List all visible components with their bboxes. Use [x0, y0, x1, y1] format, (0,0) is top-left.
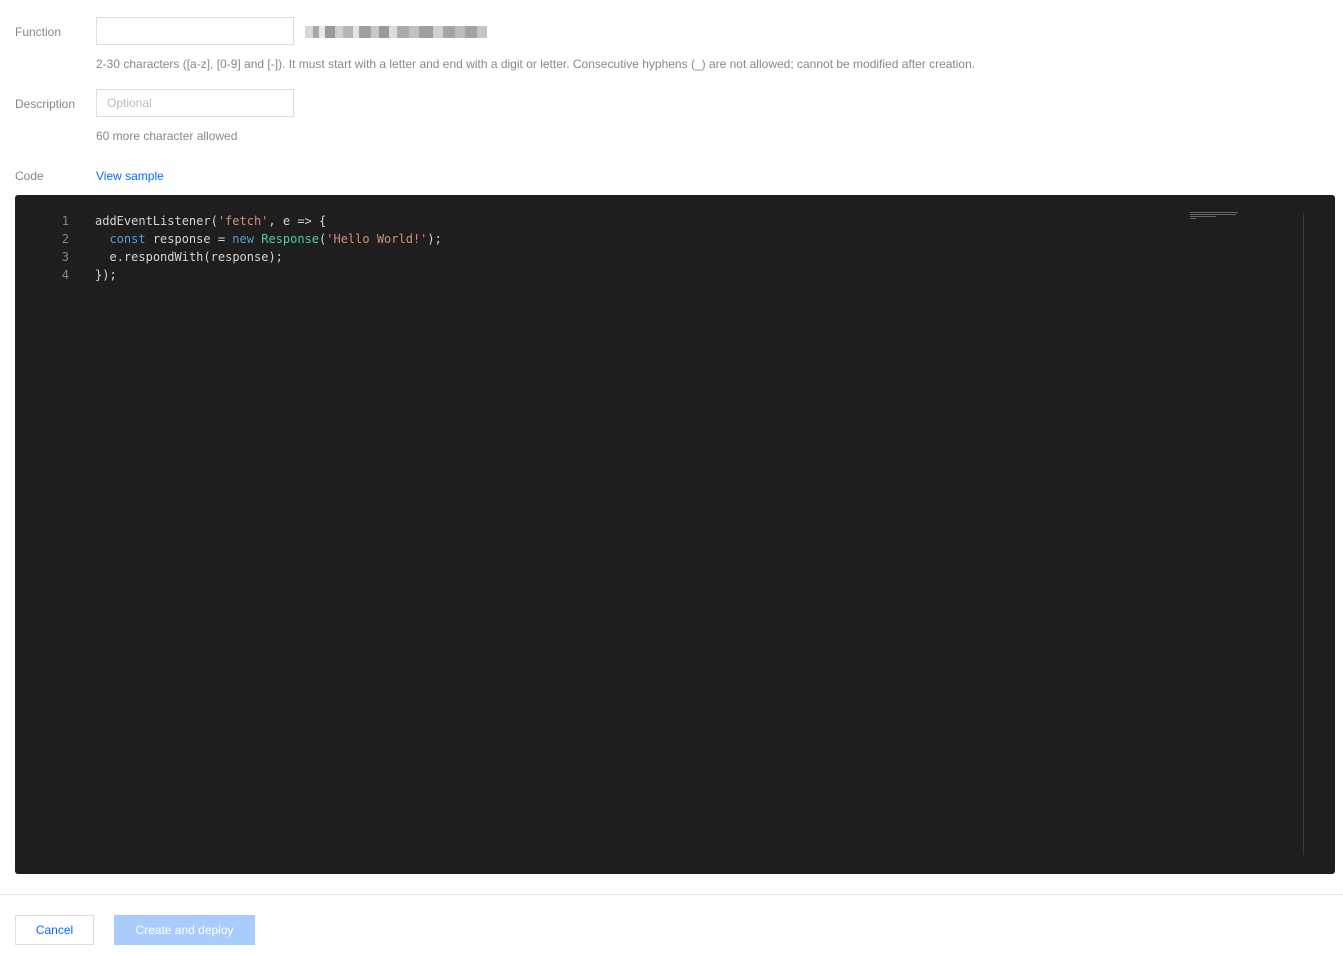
editor-scrollbar[interactable] [1303, 213, 1317, 855]
code-lines[interactable]: 1 addEventListener('fetch', e => {2 const… [15, 212, 442, 284]
function-name-hint: 2-30 characters ([a-z], [0-9] and [-]). … [96, 57, 976, 71]
description-input[interactable] [96, 89, 294, 117]
view-sample-link[interactable]: View sample [96, 169, 164, 183]
code-editor[interactable]: 1 addEventListener('fetch', e => {2 const… [15, 195, 1335, 874]
line-source[interactable]: const response = new Response('Hello Wor… [95, 230, 441, 248]
code-label: Code [15, 169, 44, 183]
line-source[interactable]: }); [95, 266, 117, 284]
code-line[interactable]: 3 e.respondWith(response); [15, 248, 442, 266]
create-and-deploy-button[interactable]: Create and deploy [114, 915, 255, 945]
function-name-input[interactable] [96, 17, 294, 45]
line-number: 3 [61, 250, 69, 264]
editor-minimap[interactable] [1190, 212, 1240, 220]
description-label: Description [15, 97, 76, 111]
code-line[interactable]: 1 addEventListener('fetch', e => { [15, 212, 442, 230]
line-number: 2 [61, 232, 69, 246]
line-source[interactable]: e.respondWith(response); [95, 248, 282, 266]
line-number: 4 [61, 268, 69, 282]
line-source[interactable]: addEventListener('fetch', e => { [95, 212, 326, 230]
footer-divider [0, 894, 1343, 895]
function-id-redacted [305, 26, 487, 38]
line-number: 1 [61, 214, 69, 228]
code-line[interactable]: 2 const response = new Response('Hello W… [15, 230, 442, 248]
function-label: Function [15, 25, 62, 39]
code-line[interactable]: 4}); [15, 266, 442, 284]
create-function-page: Function 2-30 characters ([a-z], [0-9] a… [0, 0, 1343, 955]
description-hint: 60 more character allowed [96, 129, 238, 143]
cancel-button[interactable]: Cancel [15, 915, 94, 945]
